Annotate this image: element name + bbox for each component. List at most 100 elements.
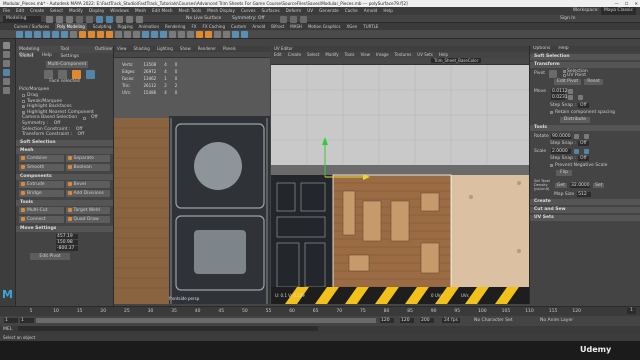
lasso-tool-icon[interactable] [3,51,10,58]
texture-dropdown[interactable]: Trim_Sheet_BaseColor [431,58,482,63]
menu-mesh-display[interactable]: Mesh Display [207,7,235,15]
target-weld-button[interactable]: Target Weld [65,206,110,214]
rotate-field[interactable]: 90.0000 [551,134,571,139]
uv-menu-view[interactable]: View [361,52,371,58]
shelf-tool-icon[interactable] [52,31,59,38]
rotate-ccw-icon[interactable] [574,134,579,139]
viewport-menu-view[interactable]: View [117,46,127,52]
select-by-hierarchy-icon[interactable] [96,16,103,23]
scale-down-icon[interactable] [584,149,589,154]
shelf-tab-turtle[interactable]: TURTLE [363,23,378,30]
range-end-outer-field[interactable]: 200 [420,318,434,323]
scale-tool-icon[interactable] [3,87,10,94]
uv-menu-image[interactable]: Image [376,52,389,58]
pivot-grid-icon[interactable] [549,69,558,78]
uv-toolkit-tab-help[interactable]: Help [558,46,568,52]
uv-edit-pivot-button[interactable]: Edit Pivot [554,79,582,85]
shelf-tool-icon[interactable] [61,31,68,38]
shelf-tool-icon[interactable] [70,31,77,38]
menu-mesh-tools[interactable]: Mesh Tools [179,7,202,15]
edge-mode-icon[interactable] [58,70,67,79]
option-checkbox[interactable] [22,111,25,115]
pivot-uv-point-option[interactable]: UV Point [567,73,586,78]
save-scene-icon[interactable] [66,16,73,23]
menu-generate[interactable]: Generate [319,7,339,15]
redo-icon[interactable] [86,16,93,23]
tab-outliner[interactable]: Outliner [95,46,113,53]
undo-icon[interactable] [76,16,83,23]
snap-curve-icon[interactable] [126,16,133,23]
shelf-tool-icon[interactable] [241,31,248,38]
shelf-tool-icon[interactable] [16,31,23,38]
menu-display[interactable]: Display [89,7,104,15]
bridge-button[interactable]: Bridge [19,189,64,197]
menu-uv[interactable]: UV [307,7,313,15]
shelf-tab-animation[interactable]: Animation [139,23,159,30]
range-end-inner-field[interactable]: 120 [380,318,394,323]
mel-label[interactable]: MEL [3,327,12,332]
ipr-render-icon[interactable] [290,16,297,23]
move-step-snap-dropdown[interactable]: Off [577,103,589,108]
minimize-icon[interactable]: — [615,0,619,7]
menu-mesh[interactable]: Mesh [135,7,146,15]
shelf-tool-icon[interactable] [196,31,203,38]
render-frame-icon[interactable] [280,16,287,23]
shelf-tool-icon[interactable] [115,31,122,38]
quad-draw-button[interactable]: Quad Draw [65,215,110,223]
shelf-tool-icon[interactable] [178,31,185,38]
move-value-field[interactable]: 457.19 [56,233,78,239]
distribute-button[interactable]: Distribute [560,117,590,123]
select-by-component-icon[interactable] [106,16,113,23]
move-v-field[interactable]: 0.0231 [551,95,568,100]
create-section[interactable]: Create [530,199,640,205]
shelf-tab-xgen[interactable]: XGen [346,23,357,30]
shelf-tool-icon[interactable] [106,31,113,38]
shelf-tool-icon[interactable] [205,31,212,38]
texel-density-field[interactable]: 32.0000 [570,182,591,188]
menu-surfaces[interactable]: Surfaces [262,7,280,15]
menu-create[interactable]: Create [30,7,44,15]
face-mode-icon[interactable] [72,70,81,79]
uv-editor-panel[interactable]: UV Editor Edit Create Select Modify Tools Vie… [271,46,529,304]
prevent-negative-scale-checkbox[interactable] [550,164,553,167]
uv-sets-section[interactable]: UV Sets [530,215,640,221]
shelf-tool-icon[interactable] [124,31,131,38]
mode-dropdown[interactable]: Modeling [3,16,41,22]
reset-button[interactable]: Reset [584,79,603,85]
shelf-tool-icon[interactable] [133,31,140,38]
open-scene-icon[interactable] [56,16,63,23]
snap-grid-icon[interactable] [116,16,123,23]
uv-menu-create[interactable]: Create [288,52,301,58]
move-left-icon[interactable] [568,95,573,100]
bevel-button[interactable]: Bevel [65,180,110,188]
menu-curves[interactable]: Curves [241,7,256,15]
workspace-selector[interactable]: Workspace: Maya Classic [573,7,636,15]
viewport-menu-show[interactable]: Show [180,46,191,52]
uv-menu-edit[interactable]: Edit [274,52,282,58]
shelf-tool-icon[interactable] [160,31,167,38]
move-tool-icon[interactable] [3,69,10,76]
scale-up-icon[interactable] [574,149,579,154]
shelf-tab-poly-modeling[interactable]: Poly Modeling [55,23,87,30]
map-size-field[interactable]: 512 [577,192,592,197]
menu-select[interactable]: Select [50,7,63,15]
fps-dropdown[interactable]: 24 fps [442,318,460,323]
option-checkbox[interactable] [22,94,25,98]
time-slider[interactable]: 5 10 15 20 25 30 35 40 45 50 55 60 65 70 75 80 85 90 95 100… [0,306,640,316]
shelf-tool-icon[interactable] [223,31,230,38]
shelf-tab-rigging[interactable]: Rigging [117,23,132,30]
shelf-tool-icon[interactable] [151,31,158,38]
shelf-tool-icon[interactable] [232,31,239,38]
smooth-button[interactable]: Smooth [19,163,64,171]
menu-help[interactable]: Help [383,7,393,15]
symmetry-label[interactable]: Symmetry: Off [232,16,265,22]
move-up-icon[interactable] [568,89,573,94]
mtk-menu-help[interactable]: Help [42,53,52,59]
shelf-tool-icon[interactable] [97,31,104,38]
mel-input[interactable] [17,326,318,331]
close-icon[interactable]: ✕ [634,0,638,7]
shelf-tab-bifrost[interactable]: Bifrost [271,23,284,30]
shelf-tool-icon[interactable] [43,31,50,38]
range-slider-bar[interactable] [36,318,376,323]
retain-spacing-checkbox[interactable] [550,111,553,114]
